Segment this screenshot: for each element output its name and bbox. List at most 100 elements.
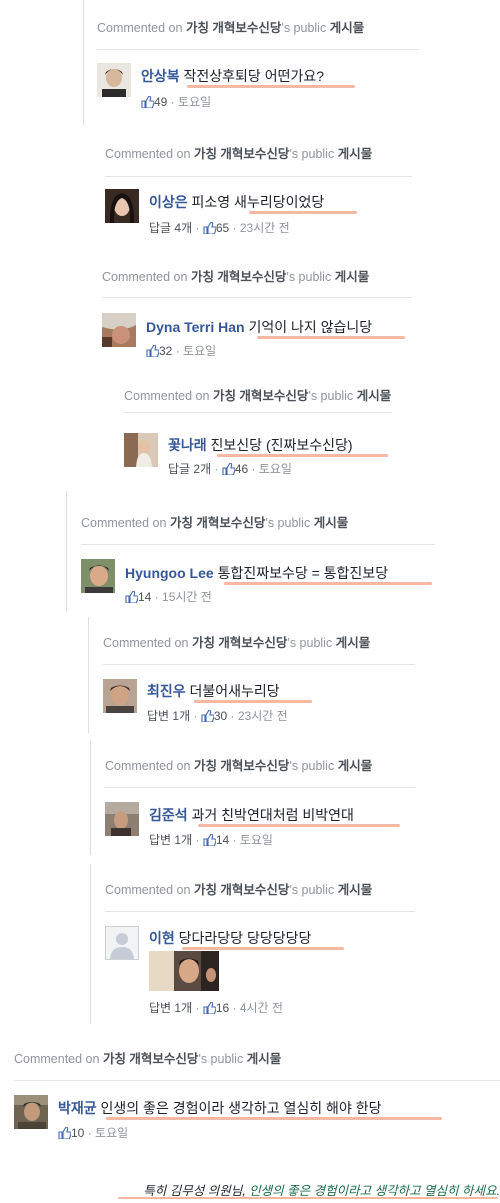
like-count: 16 <box>215 1001 230 1015</box>
like-icon[interactable] <box>203 221 216 235</box>
comment-card: Commented on 가칭 개혁보수신당's public 게시물 이상은 … <box>91 128 412 246</box>
like-count: 46 <box>234 462 249 476</box>
card-header: Commented on 가칭 개혁보수신당's public 게시물 <box>105 759 373 773</box>
comment-author[interactable]: 안상복 <box>141 68 180 84</box>
like-icon[interactable] <box>58 1126 71 1140</box>
comment-meta: 10 · 토요일 <box>58 1124 128 1141</box>
caption: 특히 김무성 의원님, 인생의 좋은 경험이라고 생각하고 열심히 하세요. <box>0 1176 500 1203</box>
comment-author[interactable]: 이상은 <box>149 194 188 210</box>
replies-link[interactable]: 답변 1개 <box>149 1001 192 1015</box>
post-link[interactable]: 게시물 <box>335 270 370 284</box>
comment-card: Commented on 가칭 개혁보수신당's public 게시물 꽃나래 … <box>110 371 392 481</box>
comment-time[interactable]: 토요일 <box>178 95 211 109</box>
post-link[interactable]: 게시물 <box>338 759 373 773</box>
page-link[interactable]: 가칭 개혁보수신당 <box>170 516 265 530</box>
card-header: Commented on 가칭 개혁보수신당's public 게시물 <box>81 516 349 530</box>
comment-text: 김준석 과거 친박연대처럼 비박연대 <box>149 807 354 823</box>
card-header: Commented on 가칭 개혁보수신당's public 게시물 <box>102 270 370 284</box>
post-link[interactable]: 게시물 <box>247 1052 282 1066</box>
comment-meta: 14 · 15시간 전 <box>125 588 212 605</box>
replies-link[interactable]: 답글 2개 <box>168 462 211 476</box>
avatar[interactable] <box>105 926 139 960</box>
comment-card: Commented on 가칭 개혁보수신당's public 게시물 Hyun… <box>66 491 435 611</box>
comment-author[interactable]: Hyungoo Lee <box>125 565 214 581</box>
avatar[interactable] <box>14 1095 48 1129</box>
comment-meta: 답변 1개 · 30 · 23시간 전 <box>147 709 288 723</box>
comment-text: 이상은 피소영 새누리당이었당 <box>149 194 325 210</box>
like-icon[interactable] <box>146 344 159 358</box>
like-icon[interactable] <box>201 709 214 723</box>
avatar[interactable] <box>103 679 137 713</box>
like-icon[interactable] <box>203 833 216 847</box>
like-icon[interactable] <box>203 1001 216 1015</box>
avatar[interactable] <box>105 802 139 836</box>
page-link[interactable]: 가칭 개혁보수신당 <box>192 636 287 650</box>
comment-time[interactable]: 15시간 전 <box>162 590 212 604</box>
comment-card: Commented on 가칭 개혁보수신당's public 게시물 이현 당… <box>90 864 415 1024</box>
comment-text: Hyungoo Lee 통합진짜보수당 = 통합진보당 <box>125 565 389 581</box>
avatar[interactable] <box>124 433 158 467</box>
comment-text: 최진우 더불어새누리당 <box>147 683 280 699</box>
comment-author[interactable]: 김준석 <box>149 807 188 823</box>
page-link[interactable]: 가칭 개혁보수신당 <box>191 270 286 284</box>
page-link[interactable]: 가칭 개혁보수신당 <box>194 147 289 161</box>
replies-link[interactable]: 답글 4개 <box>149 221 192 235</box>
comment-card: Commented on 가칭 개혁보수신당's public 게시물 박재균 … <box>0 1033 500 1153</box>
post-link[interactable]: 게시물 <box>357 389 392 403</box>
comment-card: Commented on 가칭 개혁보수신당's public 게시물 김준석 … <box>90 741 415 855</box>
comment-meta: 답글 2개 · 46 · 토요일 <box>168 462 292 476</box>
comment-card: Commented on 가칭 개혁보수신당's public 게시물 최진우 … <box>88 617 415 733</box>
comment-text: 안상복 작전상후퇴당 어떤가요? <box>141 68 325 84</box>
page-link[interactable]: 가칭 개혁보수신당 <box>194 759 289 773</box>
comment-text: Dyna Terri Han 기억이 나지 않습니당 <box>146 319 373 335</box>
comment-time[interactable]: 토요일 <box>183 344 216 358</box>
comment-author[interactable]: 꽃나래 <box>168 437 207 453</box>
comment-meta: 답변 1개 · 16 · 4시간 전 <box>149 1001 283 1015</box>
comment-meta: 49 · 토요일 <box>141 93 211 110</box>
like-icon[interactable] <box>222 462 235 476</box>
like-count: 14 <box>138 590 152 604</box>
avatar[interactable] <box>105 189 139 223</box>
replies-link[interactable]: 답변 1개 <box>149 833 192 847</box>
post-link[interactable]: 게시물 <box>314 516 349 530</box>
comment-author[interactable]: Dyna Terri Han <box>146 319 245 335</box>
card-header: Commented on 가칭 개혁보수신당's public 게시물 <box>97 21 365 35</box>
comment-time[interactable]: 23시간 전 <box>240 221 290 235</box>
like-count: 10 <box>71 1126 85 1140</box>
comment-time[interactable]: 토요일 <box>95 1126 128 1140</box>
avatar[interactable] <box>81 559 115 593</box>
comment-author[interactable]: 최진우 <box>147 683 186 699</box>
like-icon[interactable] <box>141 95 154 109</box>
comment-author[interactable]: 이현 <box>149 930 175 946</box>
comment-author[interactable]: 박재균 <box>58 1100 97 1116</box>
comment-meta: 답글 4개 · 65 · 23시간 전 <box>149 221 290 235</box>
page-link[interactable]: 가칭 개혁보수신당 <box>186 21 281 35</box>
post-link[interactable]: 게시물 <box>330 21 365 35</box>
comment-image[interactable] <box>149 951 219 991</box>
comment-text: 꽃나래 진보신당 (진짜보수신당) <box>168 437 353 453</box>
comment-time[interactable]: 토요일 <box>259 462 292 476</box>
comment-meta: 32 · 토요일 <box>146 342 216 359</box>
comment-text: 박재균 인생의 좋은 경험이라 생각하고 열심히 해야 한당 <box>58 1100 382 1116</box>
page-link[interactable]: 가칭 개혁보수신당 <box>194 883 289 897</box>
post-link[interactable]: 게시물 <box>338 883 373 897</box>
page-link[interactable]: 가칭 개혁보수신당 <box>213 389 308 403</box>
comment-meta: 답변 1개 · 14 · 토요일 <box>149 833 273 847</box>
card-header: Commented on 가칭 개혁보수신당's public 게시물 <box>14 1052 282 1066</box>
post-link[interactable]: 게시물 <box>338 147 373 161</box>
avatar[interactable] <box>102 313 136 347</box>
like-count: 30 <box>213 709 228 723</box>
comment-card: Commented on 가칭 개혁보수신당's public 게시물 안상복 … <box>83 0 419 125</box>
like-icon[interactable] <box>125 590 138 604</box>
like-count: 65 <box>215 221 230 235</box>
comment-time[interactable]: 토요일 <box>240 833 273 847</box>
comment-card: Commented on 가칭 개혁보수신당's public 게시물 Dyna… <box>88 251 412 366</box>
page-link[interactable]: 가칭 개혁보수신당 <box>103 1052 198 1066</box>
card-header: Commented on 가칭 개혁보수신당's public 게시물 <box>105 883 373 897</box>
avatar[interactable] <box>97 63 131 97</box>
replies-link[interactable]: 답변 1개 <box>147 709 190 723</box>
comment-time[interactable]: 4시간 전 <box>240 1001 283 1015</box>
card-header: Commented on 가칭 개혁보수신당's public 게시물 <box>124 389 392 403</box>
comment-time[interactable]: 23시간 전 <box>238 709 288 723</box>
post-link[interactable]: 게시물 <box>336 636 371 650</box>
